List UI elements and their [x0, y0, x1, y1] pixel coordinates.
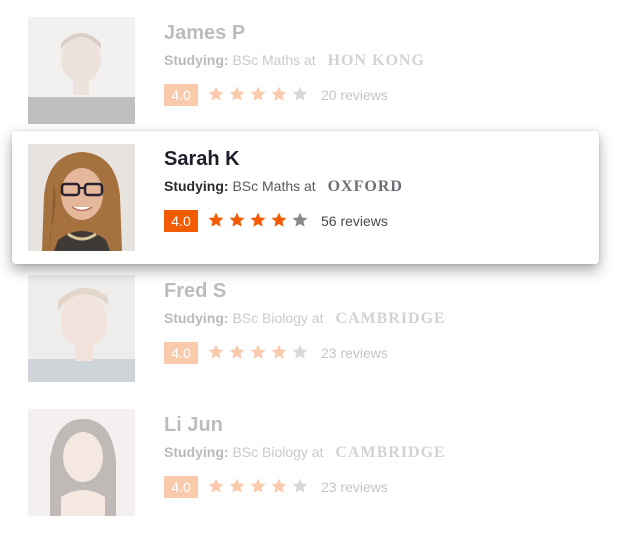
star-icon	[249, 477, 270, 497]
university-logo: CAMBRIDGE	[335, 444, 446, 461]
rating-badge: 4.0	[164, 210, 198, 232]
avatar	[28, 275, 135, 382]
course-text: BSc Biology at	[232, 444, 324, 460]
studying-line: Studying: BSc Maths at HON KONG	[164, 51, 584, 69]
reviews-count[interactable]: 23 reviews	[321, 479, 388, 495]
star-icon	[228, 85, 249, 105]
avatar	[28, 17, 135, 124]
rating-row: 4.0 23 reviews	[164, 342, 584, 364]
course-text: BSc Maths at	[232, 52, 316, 68]
star-icon	[228, 343, 249, 363]
avatar	[28, 409, 135, 516]
reviews-count[interactable]: 20 reviews	[321, 87, 388, 103]
university-logo: CAMBRIDGE	[335, 310, 446, 327]
studying-line: Studying: BSc Biology at CAMBRIDGE	[164, 309, 584, 327]
rating-row: 4.0 56 reviews	[164, 210, 584, 232]
rating-row: 4.0 20 reviews	[164, 84, 584, 106]
star-icon	[291, 211, 312, 231]
reviews-count[interactable]: 23 reviews	[321, 345, 388, 361]
tutor-card-james[interactable]: James P Studying: BSc Maths at HON KONG …	[11, 4, 601, 139]
star-icon	[207, 211, 228, 231]
star-icon	[228, 477, 249, 497]
reviews-count[interactable]: 56 reviews	[321, 213, 388, 229]
star-icon	[228, 211, 249, 231]
star-icon	[291, 477, 312, 497]
star-icon	[270, 477, 291, 497]
course-text: BSc Maths at	[232, 178, 316, 194]
rating-row: 4.0 23 reviews	[164, 476, 584, 498]
tutor-name: James P	[164, 22, 246, 44]
university-logo: OXFORD	[327, 178, 403, 195]
rating-badge: 4.0	[164, 84, 198, 106]
tutor-name: Li Jun	[164, 414, 223, 436]
star-icon	[207, 477, 228, 497]
star-icon	[249, 211, 270, 231]
studying-label: Studying:	[164, 444, 229, 460]
tutor-card-fred[interactable]: Fred S Studying: BSc Biology at CAMBRIDG…	[11, 262, 601, 397]
studying-line: Studying: BSc Biology at CAMBRIDGE	[164, 443, 584, 461]
star-icon	[249, 85, 270, 105]
star-icon	[270, 343, 291, 363]
star-rating	[207, 211, 312, 231]
star-icon	[291, 343, 312, 363]
star-rating	[207, 343, 312, 363]
star-icon	[270, 85, 291, 105]
studying-label: Studying:	[164, 52, 229, 68]
tutor-name: Sarah K	[164, 148, 240, 170]
star-icon	[207, 85, 228, 105]
star-rating	[207, 477, 312, 497]
star-rating	[207, 85, 312, 105]
star-icon	[270, 211, 291, 231]
tutor-card-li-jun[interactable]: Li Jun Studying: BSc Biology at CAMBRIDG…	[11, 396, 601, 531]
star-icon	[249, 343, 270, 363]
university-logo: HON KONG	[327, 52, 425, 69]
course-text: BSc Biology at	[232, 310, 324, 326]
tutor-card-sarah[interactable]: Sarah K Studying: BSc Maths at OXFORD 4.…	[12, 131, 599, 264]
studying-line: Studying: BSc Maths at OXFORD	[164, 177, 584, 195]
star-icon	[207, 343, 228, 363]
rating-badge: 4.0	[164, 476, 198, 498]
studying-label: Studying:	[164, 178, 229, 194]
studying-label: Studying:	[164, 310, 229, 326]
rating-badge: 4.0	[164, 342, 198, 364]
avatar	[28, 144, 135, 251]
star-icon	[291, 85, 312, 105]
tutor-name: Fred S	[164, 280, 227, 302]
